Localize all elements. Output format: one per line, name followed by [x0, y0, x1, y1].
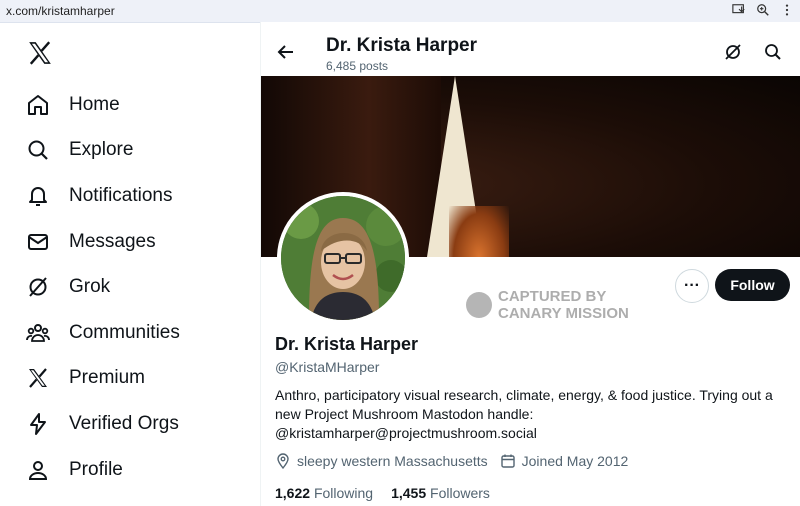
- sidebar-item-label: Verified Orgs: [69, 412, 179, 434]
- sidebar-item-premium[interactable]: Premium: [26, 356, 180, 402]
- url-text[interactable]: x.com/kristamharper: [6, 4, 115, 18]
- sidebar-item-label: Notifications: [69, 184, 173, 206]
- sidebar-item-label: Communities: [69, 321, 180, 343]
- header-name: Dr. Krista Harper: [326, 35, 478, 56]
- x-logo-icon[interactable]: [27, 40, 53, 66]
- follow-stats: 1,622 Following 1,455 Followers: [275, 485, 490, 501]
- avatar[interactable]: [277, 192, 409, 324]
- search-icon[interactable]: [764, 43, 782, 61]
- profile-name: Dr. Krista Harper: [275, 334, 419, 354]
- sidebar-nav: Home Explore Notifications Messages Grok…: [26, 82, 180, 492]
- sidebar-item-explore[interactable]: Explore: [26, 128, 180, 174]
- watermark-line1: CAPTURED BY: [498, 288, 607, 305]
- zoom-icon[interactable]: [756, 3, 770, 17]
- profile-bio: Anthro, participatory visual research, c…: [275, 387, 773, 441]
- following-link[interactable]: 1,622 Following: [275, 485, 373, 501]
- followers-label: Followers: [430, 485, 490, 501]
- sidebar-item-communities[interactable]: Communities: [26, 310, 180, 356]
- following-label: Following: [313, 485, 374, 501]
- sidebar-item-label: Messages: [69, 230, 156, 252]
- lightning-icon: [30, 412, 46, 435]
- followers-count: 1,455: [391, 485, 427, 501]
- sidebar-item-home[interactable]: Home: [26, 82, 180, 128]
- browser-address-bar[interactable]: x.com/kristamharper: [0, 0, 800, 23]
- followers-link[interactable]: 1,455 Followers: [391, 485, 490, 501]
- canary-logo-icon: [466, 292, 492, 318]
- canary-mission-watermark: CAPTURED BY CANARY MISSION: [466, 288, 629, 322]
- x-premium-icon: [29, 368, 47, 389]
- location-pin-icon: [277, 453, 289, 469]
- profile-joined: Joined May 2012: [521, 453, 629, 469]
- sidebar-item-messages[interactable]: Messages: [26, 219, 180, 265]
- install-app-icon[interactable]: [732, 3, 746, 17]
- communities-icon: [26, 323, 50, 342]
- back-arrow-icon[interactable]: [277, 43, 295, 61]
- avatar-portrait: [281, 196, 405, 320]
- sidebar-item-label: Premium: [69, 367, 146, 389]
- watermark-line2: CANARY MISSION: [498, 305, 629, 322]
- profile-handle: @KristaMHarper: [275, 359, 380, 375]
- more-options-button[interactable]: ···: [675, 269, 709, 303]
- grok-icon[interactable]: [724, 43, 742, 61]
- profile-header: Dr. Krista Harper 6,485 posts: [261, 22, 800, 76]
- bell-icon: [29, 186, 47, 206]
- profile-main: Dr. Krista Harper 6,485 posts CAPTURED B…: [260, 22, 800, 506]
- home-icon: [28, 94, 48, 115]
- sidebar-item-label: Home: [69, 93, 120, 115]
- profile-location: sleepy western Massachusetts: [297, 453, 488, 469]
- sidebar-item-verified-orgs[interactable]: Verified Orgs: [26, 401, 180, 447]
- person-icon: [28, 460, 48, 480]
- search-icon: [28, 140, 48, 161]
- sidebar-item-grok[interactable]: Grok: [26, 264, 180, 310]
- sidebar-item-label: Explore: [69, 139, 134, 161]
- sidebar-item-notifications[interactable]: Notifications: [26, 173, 180, 219]
- envelope-icon: [28, 233, 48, 250]
- follow-button[interactable]: Follow: [715, 269, 790, 301]
- sidebar: Home Explore Notifications Messages Grok…: [0, 22, 260, 506]
- following-count: 1,622: [275, 485, 311, 501]
- sidebar-item-profile[interactable]: Profile: [26, 447, 180, 493]
- calendar-icon: [500, 454, 515, 468]
- banner-glow: [449, 206, 509, 257]
- grok-icon: [29, 277, 47, 297]
- header-post-count: 6,485 posts: [326, 59, 389, 73]
- sidebar-item-label: Profile: [69, 458, 123, 480]
- sidebar-item-label: Grok: [69, 276, 111, 298]
- profile-meta: sleepy western Massachusetts Joined May …: [275, 453, 640, 469]
- browser-more-icon[interactable]: [780, 3, 794, 17]
